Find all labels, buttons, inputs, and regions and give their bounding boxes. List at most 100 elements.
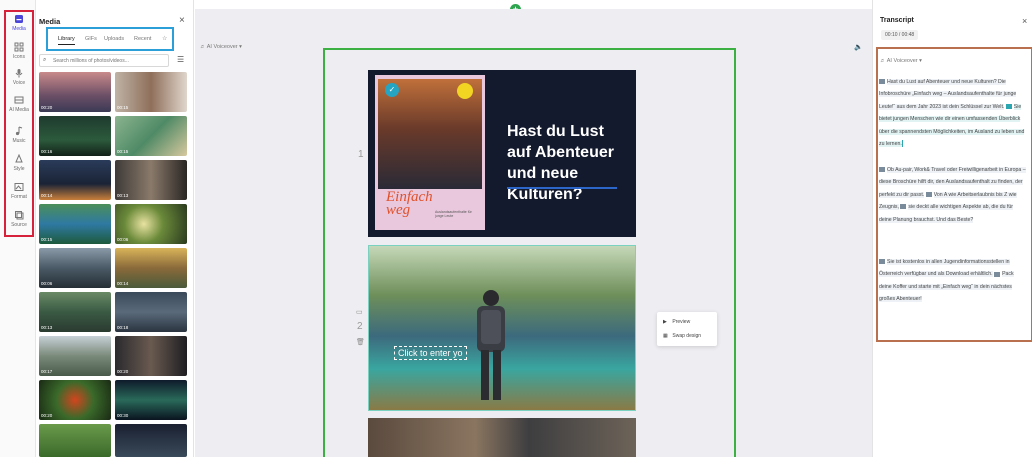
tab-recent[interactable]: Recent bbox=[134, 36, 151, 42]
media-thumb[interactable]: 00:30 bbox=[115, 380, 187, 420]
sun-illustration bbox=[457, 83, 473, 99]
trash-icon[interactable]: 🗑 bbox=[356, 338, 365, 346]
media-thumb[interactable] bbox=[115, 424, 187, 457]
media-thumb[interactable]: 00:14 bbox=[115, 248, 187, 288]
rail-item-music[interactable]: Music bbox=[4, 126, 34, 144]
voiceover-selector[interactable]: ♬ AI Voiceover ▾ bbox=[200, 44, 242, 50]
media-thumb[interactable]: 00:18 bbox=[115, 292, 187, 332]
media-thumb[interactable]: 00:20 bbox=[39, 72, 111, 112]
segment-marker-icon bbox=[879, 259, 885, 265]
media-thumb[interactable]: 00:13 bbox=[115, 160, 187, 200]
thumb-duration: 00:15 bbox=[117, 149, 129, 154]
media-thumb[interactable]: 00:15 bbox=[115, 116, 187, 156]
segment-marker-icon bbox=[1005, 103, 1012, 109]
transcript-segment: Sie ist kostenlos in allen Jugendinforma… bbox=[879, 259, 1010, 278]
slide-headline[interactable]: Hast du Lust auf Abenteuer und neue Kult… bbox=[507, 121, 632, 205]
transcript-paragraph-2[interactable]: Ob Au-pair, Work& Travel oder Freiwillig… bbox=[879, 164, 1027, 226]
swap-design-label: Swap design bbox=[672, 333, 702, 339]
headline-underline bbox=[507, 187, 617, 189]
thumb-duration: 00:13 bbox=[41, 325, 53, 330]
text-placeholder[interactable]: Click to enter yo bbox=[394, 346, 467, 360]
media-search-input[interactable] bbox=[53, 57, 165, 65]
media-thumb[interactable]: 00:15 bbox=[115, 72, 187, 112]
media-thumb[interactable]: 00:15 bbox=[39, 204, 111, 244]
media-thumb[interactable]: 00:20 bbox=[39, 380, 111, 420]
transcript-paragraph-1[interactable]: Hast du Lust auf Abenteuer und neue Kult… bbox=[879, 76, 1027, 150]
tab-uploads[interactable]: Uploads bbox=[104, 36, 124, 42]
playback-time: 00:10 / 00:48 bbox=[881, 30, 919, 40]
speaker-icon[interactable]: 🔈 bbox=[854, 43, 863, 51]
transcript-segment-active: Sie bietet jungen Menschen wie dir einen… bbox=[879, 103, 1025, 148]
thumb-duration: 00:16 bbox=[41, 149, 53, 154]
thumb-duration: 00:18 bbox=[117, 325, 129, 330]
media-thumb[interactable]: 00:16 bbox=[39, 116, 111, 156]
rail-label-voice: Voice bbox=[12, 80, 26, 86]
ai-media-icon bbox=[14, 96, 24, 104]
transcript-voice-label: AI Voiceover bbox=[886, 58, 918, 64]
rail-label-music: Music bbox=[12, 138, 26, 144]
hiker-figure bbox=[477, 290, 505, 400]
favorites-star-icon[interactable]: ☆ bbox=[162, 35, 167, 42]
media-thumb[interactable]: 00:06 bbox=[115, 204, 187, 244]
style-icon bbox=[15, 154, 23, 163]
rail-label-source: Source bbox=[11, 222, 27, 228]
tab-gifs[interactable]: GIFs bbox=[85, 36, 97, 42]
rail-label-media: Media bbox=[12, 26, 26, 32]
rail-label-format: Format bbox=[11, 194, 27, 200]
canvas-area: ♬ AI Voiceover ▾ 🔈 1 ▭ 2 🗑 ✓ Einfach weg… bbox=[195, 9, 872, 457]
media-thumb[interactable]: 00:14 bbox=[39, 160, 111, 200]
close-icon[interactable]: × bbox=[1022, 16, 1027, 26]
media-search-box[interactable]: ⌕ bbox=[39, 54, 169, 67]
transcript-panel: Transcript × 00:10 / 00:48 ♬ AI Voiceove… bbox=[872, 0, 1032, 457]
media-panel: Media × Library GIFs Uploads Recent ☆ ⌕ … bbox=[36, 0, 194, 457]
transcript-title: Transcript bbox=[880, 17, 914, 24]
tab-library[interactable]: Library bbox=[58, 36, 75, 45]
rail-item-source[interactable]: Source bbox=[4, 210, 34, 228]
thumb-duration: 00:30 bbox=[117, 413, 129, 418]
segment-marker-icon bbox=[994, 271, 1001, 277]
media-thumb[interactable]: 00:20 bbox=[115, 336, 187, 376]
thumb-duration: 00:20 bbox=[117, 369, 129, 374]
media-thumb[interactable]: 00:17 bbox=[39, 336, 111, 376]
segment-marker-icon bbox=[879, 167, 885, 173]
rail-item-ai-media[interactable]: AI Media bbox=[4, 95, 34, 113]
transcript-paragraph-3[interactable]: Sie ist kostenlos in allen Jugendinforma… bbox=[879, 256, 1027, 306]
rail-item-icons[interactable]: Icons bbox=[4, 42, 34, 60]
brochure-title: Einfach weg bbox=[386, 190, 433, 218]
scene-2-slide[interactable]: Click to enter yo bbox=[368, 245, 636, 411]
thumb-duration: 00:20 bbox=[41, 413, 53, 418]
scene-3-slide[interactable] bbox=[368, 418, 636, 457]
transcript-voice-selector[interactable]: ♬ AI Voiceover ▾ bbox=[880, 58, 922, 64]
media-thumb[interactable]: 00:13 bbox=[39, 292, 111, 332]
voiceover-icon: ♬ bbox=[880, 58, 886, 64]
scene-context-menu: ▶ Preview ▦ Swap design bbox=[657, 312, 717, 346]
preview-menu-item[interactable]: ▶ Preview bbox=[663, 319, 690, 325]
rail-item-voice[interactable]: Voice bbox=[4, 68, 34, 86]
brochure-title-line2: weg bbox=[386, 202, 411, 218]
rail-item-format[interactable]: Format bbox=[4, 182, 34, 200]
icons-icon bbox=[14, 42, 24, 52]
media-panel-title: Media bbox=[39, 17, 61, 26]
thumb-duration: 00:20 bbox=[41, 105, 53, 110]
preview-label: Preview bbox=[672, 319, 691, 325]
check-badge-icon: ✓ bbox=[385, 83, 399, 97]
rail-item-media[interactable]: Media bbox=[4, 14, 34, 32]
filter-icon[interactable]: ☰ bbox=[177, 55, 184, 64]
transcript-segment: sie deckt alle wichtigen Aspekte ab, die… bbox=[879, 204, 1014, 223]
brochure-cover-image: ✓ Einfach weg Auslandsaufenthalte für ju… bbox=[375, 75, 485, 230]
media-thumb[interactable]: 00:06 bbox=[39, 248, 111, 288]
close-icon[interactable]: × bbox=[179, 15, 185, 26]
scene-1-slide[interactable]: ✓ Einfach weg Auslandsaufenthalte für ju… bbox=[368, 70, 636, 237]
canvas-top-bar: + bbox=[195, 0, 872, 15]
rail-item-style[interactable]: Style bbox=[4, 154, 34, 172]
media-thumb[interactable] bbox=[39, 424, 111, 457]
comment-icon[interactable]: ▭ bbox=[356, 308, 363, 316]
thumb-duration: 00:13 bbox=[117, 193, 129, 198]
segment-marker-icon bbox=[879, 79, 885, 85]
grid-icon: ▦ bbox=[663, 333, 668, 339]
rail-label-style: Style bbox=[13, 166, 25, 172]
swap-design-menu-item[interactable]: ▦ Swap design bbox=[663, 333, 701, 339]
music-note-icon bbox=[15, 126, 23, 136]
rail-label-ai-media: AI Media bbox=[9, 107, 29, 113]
thumb-duration: 00:06 bbox=[41, 281, 53, 286]
